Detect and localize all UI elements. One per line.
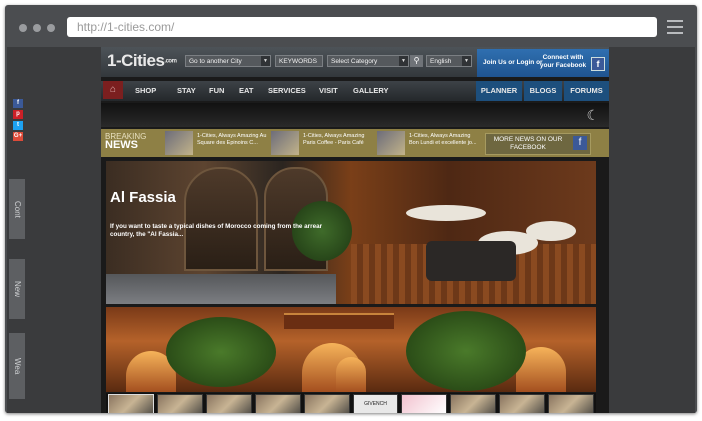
city-select[interactable]: Go to another City ▼ (185, 55, 271, 67)
balcony-image-area (284, 313, 394, 329)
keywords-placeholder: KEYWORDS (279, 58, 317, 65)
site-logo[interactable]: 1-Cities.com (107, 51, 177, 71)
floor-image-area (106, 274, 336, 304)
crescent-moon-icon: ☾ (586, 107, 599, 123)
language-select-value: English (430, 58, 452, 65)
table-image-area (406, 205, 486, 221)
window-dot-icon[interactable] (19, 24, 27, 32)
gallery-thumbnail[interactable] (108, 394, 154, 413)
breaking-news-bar: BREAKING NEWS 1-Cities, Always Amazing Au… (101, 129, 609, 157)
social-share-bar: f p t G+ (13, 97, 27, 143)
site-header: 1-Cities.com Go to another City ▼ KEYWORD… (101, 47, 609, 77)
keywords-input[interactable]: KEYWORDS (275, 55, 323, 67)
nav-item-fun[interactable]: FUN (209, 86, 224, 95)
facebook-icon: f (573, 136, 587, 150)
breaking-label-bottom: NEWS (105, 139, 138, 151)
gallery-thumbnail[interactable] (254, 394, 301, 413)
facebook-share-icon[interactable]: f (13, 99, 23, 108)
nav-item-forums[interactable]: FORUMS (564, 81, 609, 101)
gallery-banner[interactable] (106, 307, 596, 392)
side-tab-contact[interactable]: Cont (9, 179, 25, 239)
sofa-image-area (426, 241, 516, 281)
facebook-icon[interactable]: f (591, 57, 605, 71)
news-thumbnail (271, 131, 299, 155)
window-dot-icon[interactable] (33, 24, 41, 32)
address-bar[interactable]: http://1-cities.com/ (67, 17, 657, 37)
window-controls (19, 24, 55, 32)
news-item-text: 1-Cities, Always Amazing Paris Coffee - … (303, 133, 365, 146)
nav-item-planner[interactable]: PLANNER (476, 81, 522, 101)
door-image-area (184, 167, 258, 271)
city-select-value: Go to another City (189, 58, 242, 65)
nav-item-blogs[interactable]: BLOGS (524, 81, 562, 101)
website: 1-Cities.com Go to another City ▼ KEYWORD… (101, 47, 609, 413)
hero-banner[interactable]: Al Fassia If you want to taste a typical… (106, 161, 596, 304)
pinterest-share-icon[interactable]: p (13, 110, 23, 119)
hamburger-menu-icon[interactable] (667, 20, 683, 34)
nav-item-visit[interactable]: VISIT (319, 86, 338, 95)
gallery-thumbnail[interactable] (450, 394, 497, 413)
language-select[interactable]: English ▼ (426, 55, 472, 67)
nav-item-stay[interactable]: STAY (177, 86, 196, 95)
main-nav: ⌂ SHOP STAY FUN EAT SERVICES VISIT GALLE… (101, 81, 609, 101)
news-item-text: 1-Cities, Always Amazing Au Square des E… (197, 133, 267, 146)
news-thumbnail (377, 131, 405, 155)
more-news-label: MORE NEWS ON OUR FACEBOOK (493, 136, 563, 151)
hero-description: If you want to taste a typical dishes of… (110, 223, 323, 238)
google-plus-share-icon[interactable]: G+ (13, 132, 23, 141)
news-item[interactable]: 1-Cities, Always Amazing Paris Coffee - … (271, 131, 376, 155)
search-icon: ⚲ (413, 56, 420, 65)
twitter-share-icon[interactable]: t (13, 121, 23, 130)
side-tab-news[interactable]: New (9, 259, 25, 319)
home-icon[interactable]: ⌂ (103, 81, 123, 99)
nav-item-services[interactable]: SERVICES (268, 86, 306, 95)
news-item[interactable]: 1-Cities, Always Amazing Au Square des E… (165, 131, 270, 155)
logo-suffix: .com (164, 58, 177, 65)
gallery-thumbnail[interactable] (401, 394, 448, 413)
page-content: f p t G+ Cont New Wea 1-Cities.com Go to… (7, 47, 695, 413)
browser-window: http://1-cities.com/ f p t G+ Cont New W… (5, 5, 697, 413)
gallery-thumbnail[interactable] (499, 394, 546, 413)
palm-image-area (166, 317, 276, 387)
palm-image-area (406, 311, 526, 391)
login-panel: Join Us or Login or Connect with your Fa… (477, 49, 609, 77)
news-item-text: 1-Cities, Always Amazing Bon Lundi et ex… (409, 133, 477, 146)
category-select[interactable]: Select Category ▼ (327, 55, 409, 67)
gallery-thumbnail[interactable]: GIVENCH (352, 394, 399, 413)
gallery-thumbnail[interactable] (548, 394, 595, 413)
gallery-thumbnail[interactable] (156, 394, 203, 413)
window-dot-icon[interactable] (47, 24, 55, 32)
gallery-thumbnail[interactable] (303, 394, 350, 413)
gallery-thumbnail[interactable] (205, 394, 252, 413)
table-image-area (526, 221, 576, 241)
news-thumbnail (165, 131, 193, 155)
news-item[interactable]: 1-Cities, Always Amazing Bon Lundi et ex… (377, 131, 482, 155)
gallery-thumbnails: GIVENCH (106, 393, 596, 413)
category-select-value: Select Category (331, 58, 378, 65)
side-tab-weather[interactable]: Wea (9, 333, 25, 399)
chevron-down-icon: ▼ (399, 56, 408, 66)
login-link[interactable]: Join Us or Login or (483, 59, 543, 66)
chevron-down-icon: ▼ (261, 56, 270, 66)
decorative-banner: ☾ (101, 103, 609, 127)
hero-title[interactable]: Al Fassia (110, 189, 176, 206)
search-button[interactable]: ⚲ (410, 55, 423, 67)
more-news-facebook-button[interactable]: MORE NEWS ON OUR FACEBOOK f (485, 133, 591, 155)
arch-image-area (336, 357, 366, 392)
chevron-down-icon: ▼ (462, 56, 471, 66)
nav-item-shop[interactable]: SHOP (135, 86, 156, 95)
nav-item-eat[interactable]: EAT (239, 86, 253, 95)
facebook-connect-link[interactable]: Connect with your Facebook (539, 54, 587, 70)
logo-text: 1-Cities (107, 51, 165, 70)
breaking-news-label: BREAKING NEWS (105, 132, 159, 154)
nav-item-gallery[interactable]: GALLERY (353, 86, 389, 95)
